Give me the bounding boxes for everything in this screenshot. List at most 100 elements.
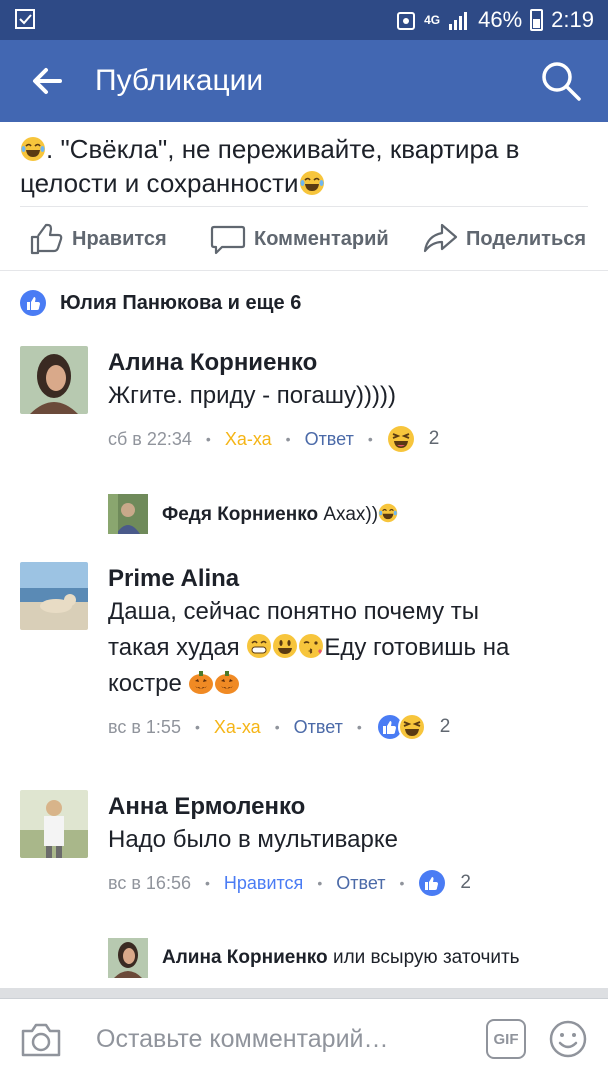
like-reaction-icon <box>20 290 46 316</box>
reply-text: Федя Корниенко Ахах)) <box>162 503 398 526</box>
signal-icon <box>449 12 468 30</box>
status-bar: 4G 46% 2:19 <box>0 0 608 40</box>
reactions-text: Юлия Панюкова и еще 6 <box>60 291 302 314</box>
comment-bubble-icon <box>210 225 246 255</box>
laughing-tears-emoji-icon <box>378 503 398 522</box>
reaction-icons[interactable] <box>375 713 426 741</box>
checklist-notification-icon <box>15 9 35 29</box>
post-line-1-text: . "Свёкла", не переживайте, квартира в <box>46 134 520 164</box>
like-label: Нравится <box>72 227 167 250</box>
jack-o-lantern-emoji-icon <box>189 671 214 694</box>
separator-dot: • <box>204 875 210 891</box>
separator-dot: • <box>274 719 280 735</box>
share-arrow-icon <box>423 223 458 253</box>
like-comment-button[interactable]: Нравится <box>224 873 303 894</box>
comment-text: Жгите. приду - погашу))))) <box>108 382 396 409</box>
haha-emoji-icon <box>397 713 426 741</box>
smiley-emoji-icon <box>273 634 298 658</box>
comment-author[interactable]: Анна Ермоленко <box>108 792 588 822</box>
reaction-count: 2 <box>428 428 440 449</box>
comment-button[interactable]: Комментарий <box>210 221 389 257</box>
reply-button[interactable]: Ответ <box>294 717 343 738</box>
reply-preview[interactable]: Федя Корниенко Ахах)) <box>108 494 398 534</box>
comment-time: вс в 16:56 <box>108 872 191 893</box>
gif-button[interactable]: GIF <box>486 1019 526 1059</box>
share-label: Поделиться <box>466 227 587 250</box>
reaction-icons[interactable] <box>387 425 415 453</box>
reaction-icons[interactable] <box>418 869 446 897</box>
like-button[interactable]: Нравится <box>28 221 167 257</box>
avatar[interactable] <box>108 494 148 534</box>
comment-body: Анна Ермоленко Надо было в мультиварке в… <box>108 792 588 898</box>
comment-text-line-3: костре <box>108 666 588 702</box>
grinning-squint-emoji-icon <box>247 634 272 658</box>
back-arrow-icon[interactable] <box>30 64 64 98</box>
comment-label: Комментарий <box>254 227 389 250</box>
haha-reaction-button[interactable]: Ха-ха <box>225 429 272 450</box>
status-right: 4G 46% 2:19 <box>396 6 594 34</box>
composer-divider <box>0 988 608 998</box>
reaction-count: 2 <box>460 872 471 893</box>
laughing-tears-emoji-icon <box>21 137 45 161</box>
emoji-picker-icon[interactable] <box>548 1019 588 1059</box>
haha-reaction-button[interactable]: Ха-ха <box>214 717 261 738</box>
jack-o-lantern-emoji-icon <box>215 671 240 694</box>
reply-author[interactable]: Федя Корниенко <box>162 504 318 525</box>
reply-text: Алина Корниенко или всырую заточить <box>162 947 520 969</box>
post-actions: Нравится Комментарий Поделиться <box>20 206 588 270</box>
separator-dot: • <box>285 431 291 447</box>
post-text-line-1: . "Свёкла", не переживайте, квартира в <box>20 132 519 166</box>
reply-body: Ахах)) <box>323 503 379 525</box>
separator-dot: • <box>194 719 200 735</box>
reply-author[interactable]: Алина Корниенко <box>162 947 328 968</box>
reply-body: или всырую заточить <box>332 947 520 968</box>
avatar[interactable] <box>20 346 88 414</box>
reaction-count: 2 <box>439 716 451 737</box>
reactions-summary[interactable]: Юлия Панюкова и еще 6 <box>20 290 301 316</box>
reply-button[interactable]: Ответ <box>336 873 385 894</box>
search-icon[interactable] <box>540 60 582 102</box>
comment-author[interactable]: Алина Корниенко <box>108 348 588 378</box>
post-text: . "Свёкла", не переживайте, квартира в ц… <box>20 122 590 206</box>
avatar[interactable] <box>20 562 88 630</box>
separator-dot: • <box>356 719 362 735</box>
comment-meta: сб в 22:34 • Ха-ха • Ответ • 2 <box>108 424 588 454</box>
separator-dot: • <box>317 875 323 891</box>
reply-button[interactable]: Ответ <box>305 429 354 450</box>
comment-composer: Оставьте комментарий… GIF <box>0 998 608 1080</box>
reply-preview[interactable]: Алина Корниенко или всырую заточить <box>108 938 520 978</box>
battery-icon <box>530 9 544 31</box>
avatar[interactable] <box>20 790 88 858</box>
comment-text-part: такая худая <box>108 634 247 661</box>
page-title: Публикации <box>95 64 264 97</box>
comment-text: Надо было в мультиварке <box>108 826 398 853</box>
separator-dot: • <box>367 431 373 447</box>
app-bar: Публикации <box>0 40 608 122</box>
comment-text-line-2: такая худая Еду готовишь на <box>108 630 588 666</box>
avatar[interactable] <box>108 938 148 978</box>
like-reaction-icon <box>419 870 446 896</box>
clock: 2:19 <box>551 7 594 32</box>
comment-meta: вс в 1:55 • Ха-ха • Ответ • 2 <box>108 712 588 742</box>
post-text-line-2: целости и сохранности <box>20 166 325 200</box>
separator-dot: • <box>205 431 211 447</box>
comment-text-part: Еду готовишь на <box>324 634 510 661</box>
share-button[interactable]: Поделиться <box>422 221 586 257</box>
comment-author[interactable]: Prime Alina <box>108 564 588 594</box>
comment-text-line-1: Даша, сейчас понятно почему ты <box>108 598 480 625</box>
divider <box>0 270 608 271</box>
comment-body: Prime Alina Даша, сейчас понятно почему … <box>108 564 588 742</box>
network-type: 4G <box>424 13 441 27</box>
thumbs-up-icon <box>30 223 63 255</box>
camera-icon[interactable] <box>20 1021 62 1059</box>
separator-dot: • <box>399 875 405 891</box>
comment-text-part: костре <box>108 670 189 697</box>
kissing-emoji-icon <box>299 634 324 658</box>
comment-body: Алина Корниенко Жгите. приду - погашу)))… <box>108 348 588 454</box>
recycle-icon <box>397 12 416 30</box>
post-line-2-text: целости и сохранности <box>20 168 299 198</box>
battery-percent: 46% <box>478 7 523 32</box>
laughing-tears-emoji-icon <box>299 171 324 195</box>
comment-input[interactable]: Оставьте комментарий… <box>96 1025 389 1054</box>
comment-meta: вс в 16:56 • Нравится • Ответ • 2 <box>108 868 588 898</box>
